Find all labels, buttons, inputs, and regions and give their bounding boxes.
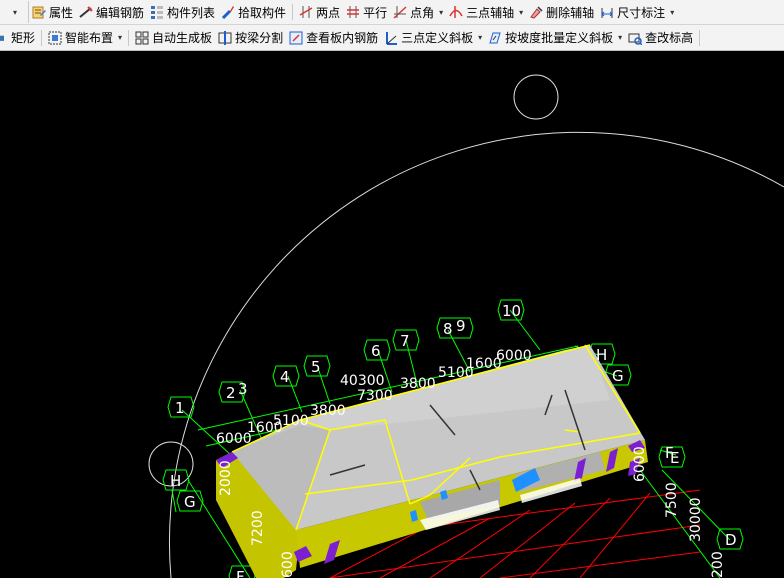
auto-generate-slab-icon [135, 31, 149, 44]
delete-axis-button[interactable]: 删除辅轴 [526, 1, 597, 23]
split-by-beam-button[interactable]: 按梁分割 [215, 27, 286, 49]
dimension-label: 2000 [218, 460, 234, 496]
edit-elevation-icon [628, 33, 643, 45]
batch-slope-slab-icon [489, 32, 501, 43]
three-point-sloped-slab-icon [386, 31, 398, 45]
dimension-label: 5100 [273, 413, 309, 429]
edit-elevation-button[interactable]: 查改标高 [625, 27, 696, 49]
batch-slope-slab-button[interactable]: 按坡度批量定义斜板 ▾ [485, 27, 625, 49]
dimension-label: 200 [710, 551, 726, 578]
properties-label: 属性 [49, 5, 74, 20]
smart-layout-button[interactable]: 智能布置 ▾ [45, 27, 125, 49]
point-angle-axis-button[interactable]: 点角 ▾ [390, 1, 446, 23]
auto-generate-slab-button[interactable]: 自动生成板 [132, 27, 215, 49]
split-by-beam-icon [218, 30, 232, 45]
rectangle-label: 矩形 [11, 31, 36, 45]
axis-label: D [725, 531, 737, 549]
component-list-button[interactable]: 构件列表 [147, 1, 218, 23]
chevron-down-icon: ▾ [118, 33, 123, 42]
3d-viewport[interactable]: 1 2 3 4 5 6 7 8 9 10 H G H G F E D F 600… [0, 51, 784, 578]
toolbar-separator [128, 29, 130, 46]
parallel-axis-label: 平行 [363, 5, 388, 20]
axis-label: 5 [311, 358, 321, 376]
axis-label: 2 [226, 384, 236, 402]
axis-label: 9 [456, 317, 466, 335]
edit-rebar-button[interactable]: 编辑钢筋 [76, 1, 147, 23]
three-point-axis-icon [449, 6, 463, 18]
toolbar-separator [292, 4, 294, 20]
pick-component-icon [221, 6, 235, 19]
axis-label: 8 [443, 320, 453, 338]
chevron-down-icon: ▾ [670, 7, 675, 17]
dimension-label: 7500 [664, 482, 680, 518]
axis-label: 4 [280, 368, 290, 386]
axis-label: 6 [371, 342, 381, 360]
parallel-axis-icon [347, 6, 360, 18]
split-by-beam-label: 按梁分割 [235, 31, 284, 45]
properties-icon [32, 6, 46, 19]
component-list-label: 构件列表 [167, 5, 216, 20]
dimension-label: 尺寸标注 [617, 5, 666, 20]
dimension-button[interactable]: 尺寸标注 ▾ [597, 1, 677, 23]
dimension-icon [601, 8, 613, 18]
edit-rebar-label: 编辑钢筋 [96, 5, 145, 20]
axis-label: 1 [175, 399, 185, 417]
chevron-down-icon: ▾ [618, 33, 623, 42]
three-point-sloped-slab-label: 三点定义斜板 [401, 31, 474, 45]
axis-label: 10 [502, 302, 521, 320]
parallel-axis-button[interactable]: 平行 [343, 1, 390, 23]
delete-axis-label: 删除辅轴 [546, 5, 595, 20]
delete-axis-icon [530, 6, 543, 19]
toolbar-separator [41, 29, 43, 46]
axis-label: E [670, 449, 679, 467]
three-point-sloped-slab-button[interactable]: 三点定义斜板 ▾ [381, 27, 485, 49]
axis-label: H [596, 346, 607, 364]
rectangle-button[interactable]: 矩形 [0, 27, 38, 49]
auto-generate-slab-label: 自动生成板 [152, 31, 213, 45]
edit-elevation-label: 查改标高 [645, 31, 694, 45]
batch-slope-slab-label: 按坡度批量定义斜板 [505, 31, 614, 45]
toolbar-separator [699, 29, 701, 46]
smart-layout-label: 智能布置 [65, 31, 114, 45]
dimension-label: 3800 [400, 376, 436, 392]
properties-button[interactable]: 属性 [29, 1, 76, 23]
three-point-axis-label: 三点辅轴 [466, 5, 515, 20]
axis-label: 3 [238, 380, 248, 398]
dimension-label: 6000 [496, 348, 532, 364]
axis-label: G [184, 493, 196, 511]
main-toolbar: ▾ 属性 编辑钢筋 构件列表 拾取构件 两点 平行 点角 ▾ 三点辅轴 ▾ 删除辅轴… [0, 0, 784, 25]
smart-layout-icon [48, 31, 62, 44]
dimension-label: 7200 [250, 510, 266, 546]
chevron-down-icon: ▾ [519, 7, 524, 17]
axis-label: F [236, 568, 245, 578]
chevron-down-icon: ▾ [439, 7, 444, 17]
point-angle-axis-icon [393, 6, 407, 19]
dimension-label: 7300 [357, 388, 393, 404]
dimension-label: 6000 [632, 446, 648, 482]
pick-component-button[interactable]: 拾取构件 [218, 1, 289, 23]
dimension-label: 30000 [688, 497, 704, 542]
slab-toolbar: 矩形 智能布置 ▾ 自动生成板 按梁分割 查看板内钢筋 三点定义斜板 ▾ 按坡度批量… [0, 25, 784, 51]
three-point-axis-button[interactable]: 三点辅轴 ▾ [446, 1, 526, 23]
dimension-label: 40300 [340, 373, 385, 389]
axis-label: G [612, 367, 624, 385]
view-slab-rebar-icon [289, 31, 303, 44]
component-list-icon [151, 6, 164, 19]
edit-rebar-icon [79, 6, 93, 18]
view-slab-rebar-label: 查看板内钢筋 [306, 31, 379, 45]
toolbar-leading-dropdown[interactable]: ▾ [0, 1, 29, 23]
dimension-label: 600 [280, 551, 296, 578]
point-angle-axis-label: 点角 [410, 5, 435, 20]
axis-label: H [170, 472, 181, 490]
view-slab-rebar-button[interactable]: 查看板内钢筋 [286, 27, 381, 49]
two-point-axis-button[interactable]: 两点 [296, 1, 343, 23]
pick-component-label: 拾取构件 [238, 5, 287, 20]
orbit-handle-top[interactable] [513, 74, 559, 120]
two-point-axis-icon [299, 6, 313, 18]
two-point-axis-label: 两点 [316, 5, 341, 20]
dimension-label: 3800 [310, 403, 346, 419]
axis-label: 7 [400, 332, 410, 350]
chevron-down-icon: ▾ [478, 33, 483, 42]
rectangle-icon [0, 35, 4, 41]
